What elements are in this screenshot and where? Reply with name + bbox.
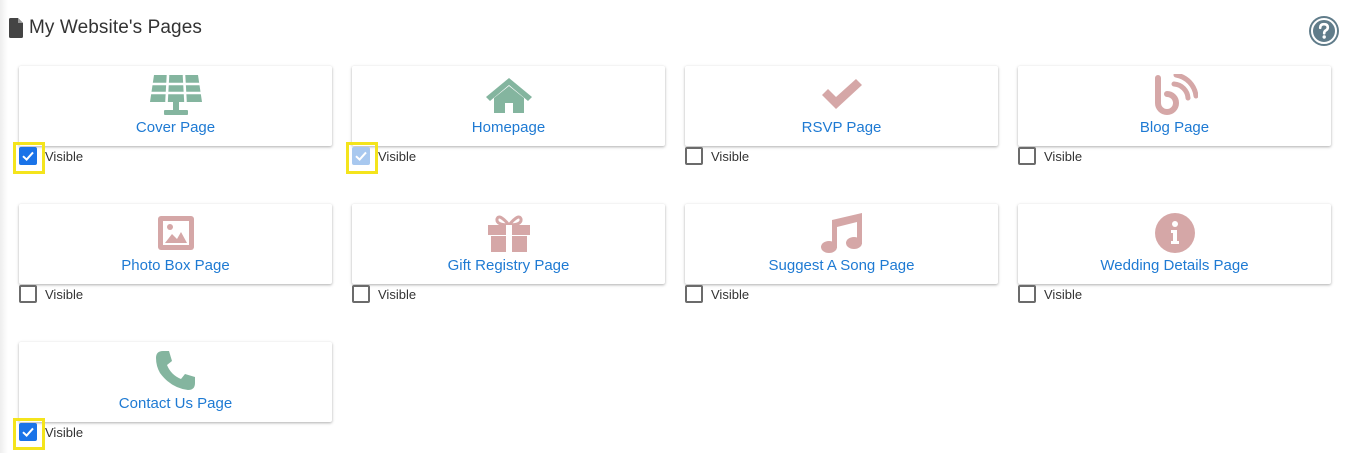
visible-label: Visible (45, 148, 84, 164)
home-icon (485, 78, 532, 113)
visible-checkbox-homepage[interactable] (346, 142, 378, 174)
document-icon (9, 18, 23, 38)
tile-label: Photo Box Page (121, 257, 230, 274)
visibility-row-contact-us: Visible (13, 418, 84, 450)
page-tile-wedding-details[interactable]: Wedding Details Page (1018, 204, 1331, 284)
visible-label: Visible (711, 148, 750, 164)
phone-icon (155, 351, 195, 390)
visible-label: Visible (378, 286, 417, 302)
visible-checkbox-cover[interactable] (13, 142, 45, 174)
tile-label: RSVP Page (801, 119, 882, 136)
solar-panel-icon (149, 74, 202, 115)
visible-checkbox-wedding-details[interactable] (1018, 285, 1036, 303)
visibility-row-gift-registry: Visible (352, 284, 416, 304)
visible-label: Visible (1044, 148, 1083, 164)
visible-label: Visible (711, 286, 750, 302)
visible-checkbox-gift-registry[interactable] (352, 285, 370, 303)
page-header: My Website's Pages (9, 16, 202, 40)
visible-checkbox-rsvp[interactable] (685, 147, 703, 165)
visibility-row-suggest-song: Visible (685, 284, 749, 304)
help-button[interactable] (1309, 16, 1339, 46)
visible-label: Visible (378, 148, 417, 164)
visibility-row-blog: Visible (1018, 146, 1082, 166)
blog-rss-icon (1154, 74, 1198, 115)
checkmark-icon (355, 151, 367, 162)
music-note-icon (820, 213, 862, 253)
visibility-row-photo-box: Visible (19, 284, 83, 304)
help-circle-icon (1311, 18, 1337, 44)
tile-label: Suggest A Song Page (768, 257, 915, 274)
page-tile-blog[interactable]: Blog Page (1018, 66, 1331, 146)
gift-icon (487, 215, 530, 252)
tile-label: Gift Registry Page (447, 257, 570, 274)
info-icon (1154, 213, 1195, 253)
left-edge-shadow (0, 0, 8, 453)
page-tile-cover[interactable]: Cover Page (19, 66, 332, 146)
tile-label: Wedding Details Page (1100, 257, 1249, 274)
page-tile-photo-box[interactable]: Photo Box Page (19, 204, 332, 284)
tile-label: Blog Page (1139, 119, 1210, 136)
visible-label: Visible (45, 286, 84, 302)
checkmark-icon (22, 151, 34, 162)
tile-label: Contact Us Page (118, 395, 233, 412)
image-icon (157, 216, 194, 250)
visible-label: Visible (45, 424, 84, 440)
visible-checkbox-blog[interactable] (1018, 147, 1036, 165)
page-tile-suggest-song[interactable]: Suggest A Song Page (685, 204, 998, 284)
checkmark-icon (22, 427, 34, 438)
checkmark-icon (821, 79, 862, 109)
visibility-row-rsvp: Visible (685, 146, 749, 166)
tile-label: Cover Page (135, 119, 216, 136)
page-tile-homepage[interactable]: Homepage (352, 66, 665, 146)
visibility-row-cover: Visible (13, 142, 84, 174)
page-title: My Website's Pages (29, 17, 202, 38)
visibility-row-homepage: Visible (346, 142, 417, 174)
visibility-row-wedding-details: Visible (1018, 284, 1082, 304)
page-tile-rsvp[interactable]: RSVP Page (685, 66, 998, 146)
visible-checkbox-photo-box[interactable] (19, 285, 37, 303)
visible-checkbox-suggest-song[interactable] (685, 285, 703, 303)
page-tile-contact-us[interactable]: Contact Us Page (19, 342, 332, 422)
visible-label: Visible (1044, 286, 1083, 302)
tile-label: Homepage (471, 119, 546, 136)
page-tile-gift-registry[interactable]: Gift Registry Page (352, 204, 665, 284)
visible-checkbox-contact-us[interactable] (13, 418, 45, 450)
